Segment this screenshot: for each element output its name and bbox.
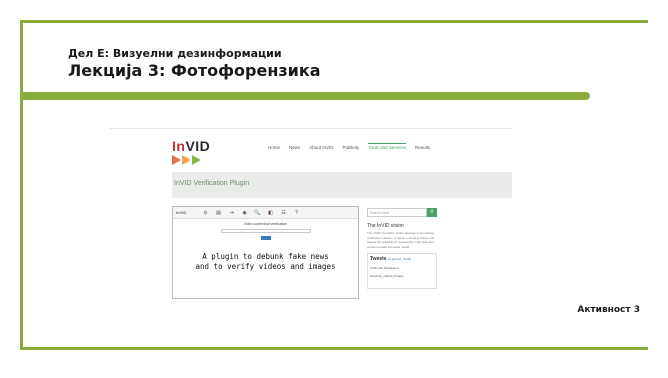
invid-logo[interactable]: InVID	[172, 138, 210, 165]
plugin-message: A plugin to debunk fake news and to veri…	[173, 252, 358, 272]
search-icon[interactable]: ⚲	[427, 208, 437, 217]
frame-left-border	[20, 20, 23, 350]
help-icon[interactable]: ?	[293, 210, 300, 216]
frame-bottom-border	[20, 347, 648, 350]
nav-about[interactable]: About InVID	[309, 145, 333, 150]
logo-arrows-icon	[172, 155, 210, 165]
metadata-icon[interactable]: ◧	[267, 210, 274, 216]
plugin-preview: InVID ⊙ ▤ ⇥ ◉ 🔍 ◧ ☷ ? Video contextual v…	[172, 206, 359, 299]
plugin-message-line1: A plugin to debunk fake news	[202, 252, 329, 261]
browser-topline	[110, 128, 512, 129]
nav-home[interactable]: Home	[268, 145, 280, 150]
thumbnails-icon[interactable]: ⇥	[228, 210, 235, 216]
copyright-icon[interactable]: ☷	[280, 210, 287, 216]
plugin-toolbar: InVID ⊙ ▤ ⇥ ◉ 🔍 ◧ ☷ ?	[173, 207, 358, 219]
plugin-logo: InVID	[176, 210, 187, 215]
tweets-widget: Tweets by @invid_h2020 InVID_EU Retweete…	[367, 253, 437, 290]
tweet-author[interactable]: WeVerify_H2020_Project	[370, 274, 434, 278]
vision-heading: The InVID vision	[367, 223, 404, 229]
plugin-section-label: Video contextual verification	[243, 222, 288, 226]
analysis-icon[interactable]: ⊙	[202, 210, 209, 216]
nav-results[interactable]: Results	[415, 145, 430, 150]
slide-subtitle: Дел Е: Визуелни дезинформации	[68, 47, 282, 60]
nav-tools[interactable]: Tools and Services	[368, 143, 407, 150]
tweets-heading: Tweets by @invid_h2020	[370, 256, 434, 262]
frame-top-border	[20, 20, 648, 23]
keyframes-icon[interactable]: ▤	[215, 210, 222, 216]
vision-text: The InVID innovation action develops a k…	[367, 231, 435, 249]
plugin-url-input[interactable]	[220, 229, 311, 233]
site-nav: Home News About InVID Publicity Tools an…	[268, 143, 430, 150]
twitter-search-icon[interactable]: ◉	[241, 210, 248, 216]
tweets-title: Tweets	[370, 256, 387, 263]
tweet-retweet-line: InVID_EU Retweeted	[370, 266, 399, 271]
activity-label: Активност 3	[577, 305, 640, 315]
nav-publicity[interactable]: Publicity	[343, 145, 360, 150]
search-box: Search here ⚲	[367, 208, 437, 217]
page-title: InVID Verification Plugin	[174, 180, 250, 187]
header-divider-bar	[20, 92, 590, 100]
magnifier-icon[interactable]: 🔍	[254, 210, 261, 216]
nav-news[interactable]: News	[289, 145, 300, 150]
search-input[interactable]: Search here	[367, 208, 427, 217]
plugin-submit-button[interactable]	[260, 236, 271, 240]
invid-screenshot: InVID Home News About InVID Publicity To…	[110, 126, 512, 316]
tweets-handle[interactable]: by @invid_h2020	[388, 257, 411, 261]
slide-title: Лекција 3: Фотофорензика	[68, 61, 321, 80]
plugin-message-line2: and to verify videos and images	[195, 262, 336, 271]
logo-text: InVID	[172, 138, 211, 154]
sidebar: Search here ⚲ The InVID vision The InVID…	[367, 208, 437, 290]
